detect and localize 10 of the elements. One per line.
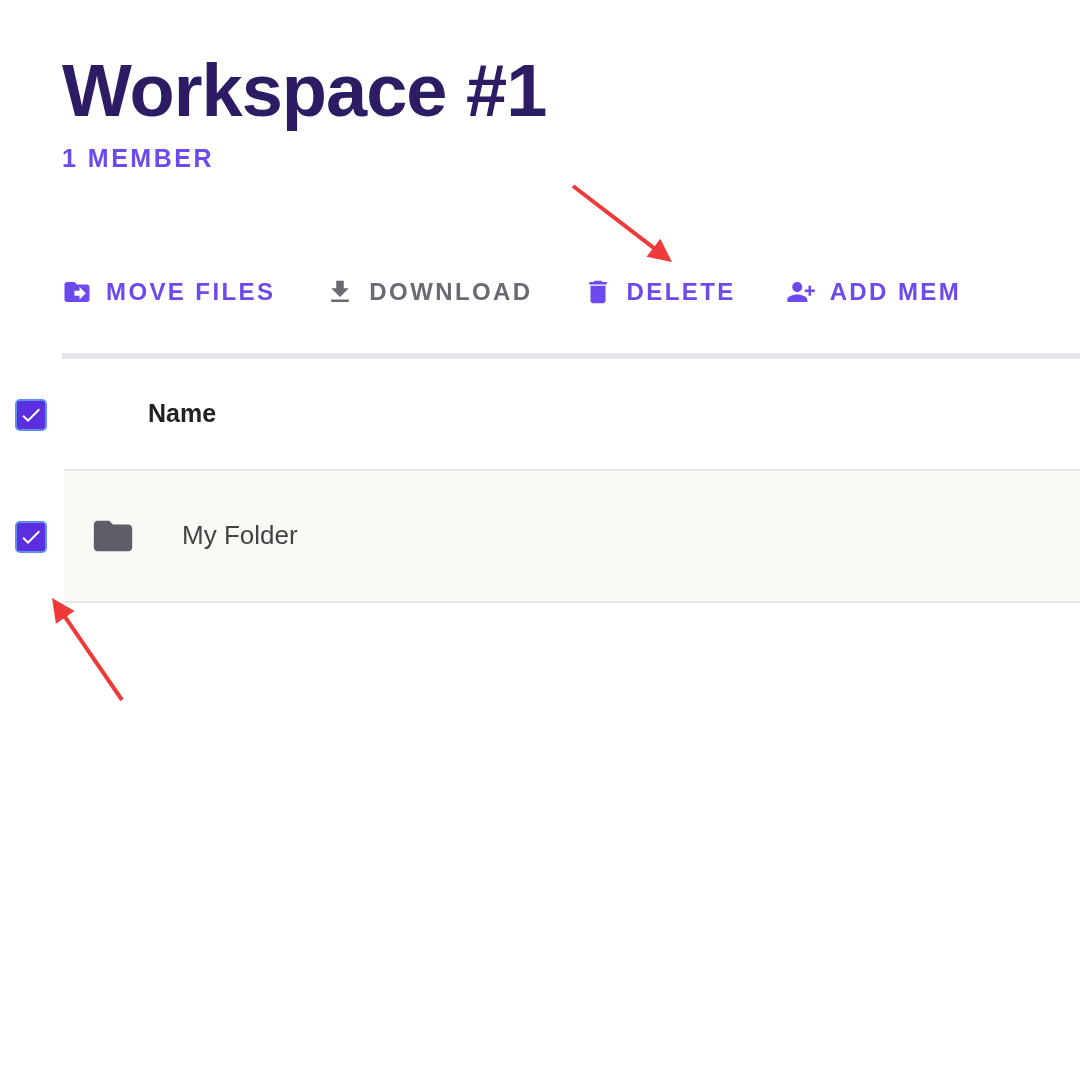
table-row[interactable]: My Folder	[64, 470, 1080, 603]
toolbar-button[interactable]: ADD MEM	[785, 276, 962, 307]
checkbox[interactable]	[15, 398, 47, 431]
checkbox[interactable]	[15, 520, 47, 553]
column-header[interactable]: Name	[148, 399, 217, 429]
file-name: My Folder	[182, 520, 298, 552]
toolbar-button[interactable]: DELETE	[582, 276, 736, 307]
workspace-title: Workspace #1	[62, 52, 547, 130]
toolbar-button[interactable]: MOVE FILES	[62, 276, 276, 307]
member-count: 1 MEMBER	[62, 143, 214, 173]
